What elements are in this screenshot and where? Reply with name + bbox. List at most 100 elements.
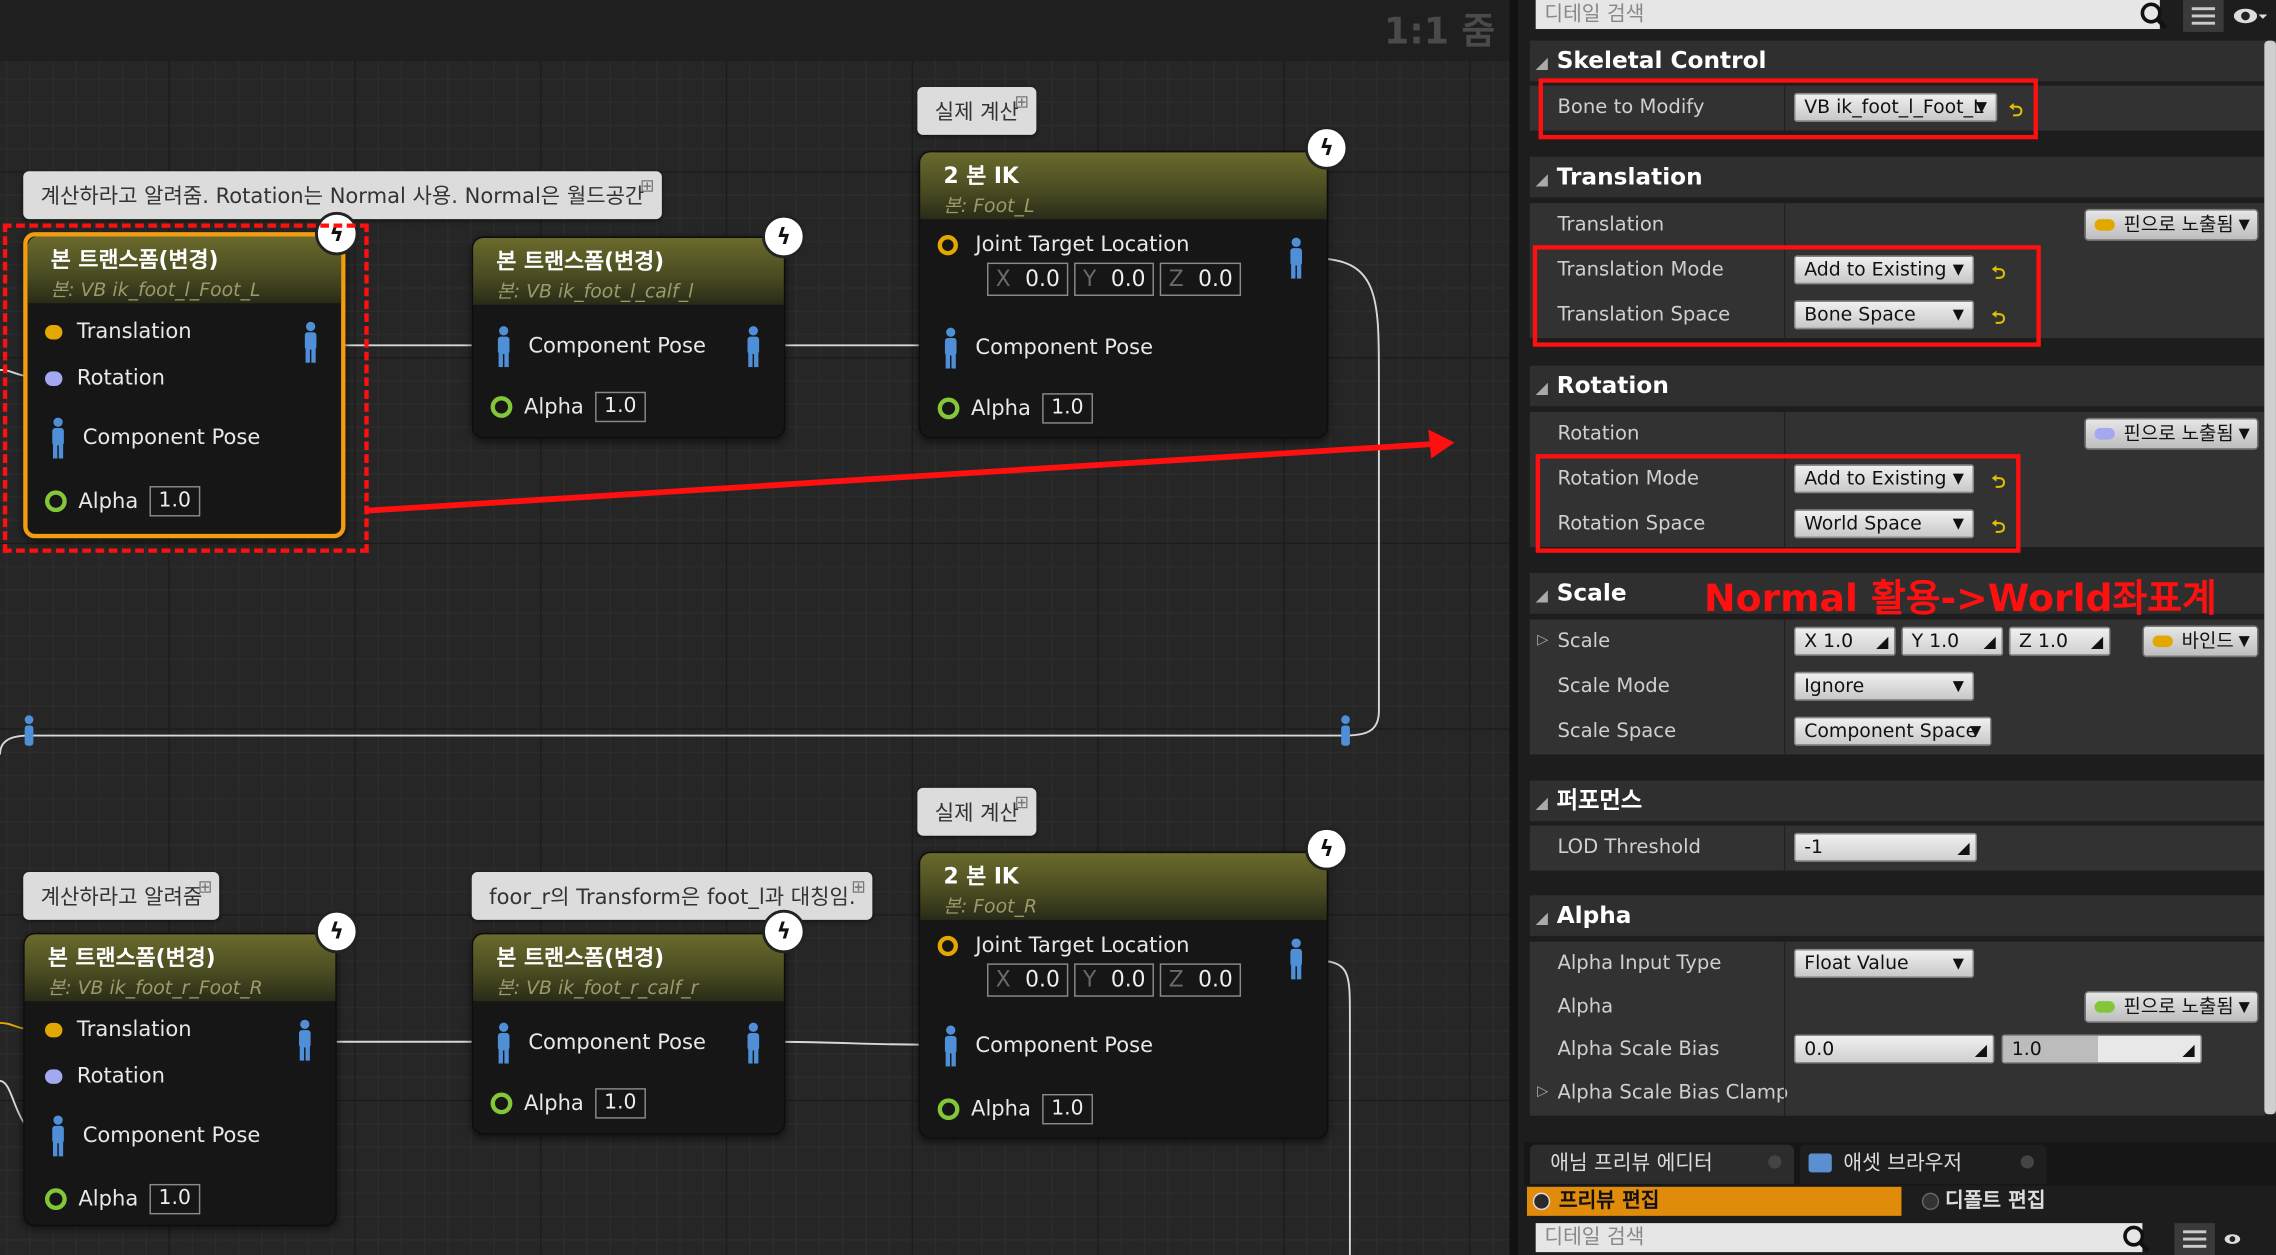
- alpha-input[interactable]: 1.0: [595, 391, 646, 423]
- collapse-triangle-icon[interactable]: ◢: [1536, 908, 1548, 927]
- pin-alpha[interactable]: Alpha 1.0: [937, 1093, 1093, 1125]
- section-translation[interactable]: ◢ Translation: [1529, 156, 2265, 198]
- scrollbar-thumb[interactable]: [2264, 40, 2276, 1115]
- pin-joint-target-location[interactable]: Joint Target Location: [937, 934, 1189, 958]
- node-two-bone-ik-foot-r[interactable]: 2 본 IK 본: Foot_R Joint Target Location X…: [918, 851, 1329, 1139]
- pin-alpha[interactable]: Alpha 1.0: [490, 391, 646, 423]
- pin-component-pose-in[interactable]: Component Pose: [494, 1021, 706, 1065]
- node-bone-transform-calf-r[interactable]: 본 트랜스폼(변경) 본: VB ik_foot_r_calf_r Compon…: [471, 932, 786, 1135]
- scale-mode-dropdown[interactable]: Ignore ▼: [1794, 671, 1975, 701]
- y-input[interactable]: Y 0.0: [1074, 262, 1155, 296]
- section-skeletal-control[interactable]: ◢ Skeletal Control: [1529, 40, 2265, 82]
- eye-icon[interactable]: [2224, 1227, 2247, 1250]
- x-input[interactable]: X 0.0: [987, 262, 1069, 296]
- collapse-triangle-icon[interactable]: ◢: [1536, 794, 1548, 813]
- comment-bubble-4[interactable]: foor_r의 Transform은 foot_l과 대칭임. ⊞: [471, 871, 873, 920]
- alpha-input[interactable]: 1.0: [595, 1088, 646, 1119]
- alpha-scale-bias-min-input[interactable]: 0.0 ◢: [1794, 1034, 1995, 1064]
- pose-output-icon[interactable]: [295, 1019, 315, 1063]
- pin-label: Alpha: [78, 1187, 139, 1211]
- collapse-triangle-icon[interactable]: ◢: [1536, 586, 1548, 605]
- translation-pin-exposure-dropdown[interactable]: 핀으로 노출됨 ▼: [2084, 208, 2259, 241]
- bottom-search-input[interactable]: 디테일 검색: [1535, 1223, 2143, 1253]
- details-search-input[interactable]: 디테일 검색: [1535, 0, 2160, 30]
- eye-icon[interactable]: [2232, 3, 2268, 29]
- pin-alpha[interactable]: Alpha 1.0: [44, 1183, 200, 1215]
- pose-output-icon[interactable]: [1286, 937, 1306, 981]
- z-input[interactable]: Z 0.0: [1159, 963, 1242, 997]
- view-options-grid-icon[interactable]: [2174, 1223, 2215, 1255]
- pin-component-pose-in[interactable]: Component Pose: [494, 325, 706, 369]
- default-edit-button[interactable]: 디폴트 편집: [1913, 1187, 2203, 1216]
- node-title: 2 본 IK: [943, 863, 1019, 890]
- section-alpha[interactable]: ◢ Alpha: [1529, 895, 2265, 936]
- pin-icon[interactable]: ⊞: [1015, 91, 1032, 123]
- pin-rotation[interactable]: Rotation: [44, 1065, 165, 1088]
- pose-output-icon[interactable]: [743, 325, 763, 369]
- details-scrollbar[interactable]: [2264, 40, 2276, 1115]
- pin-alpha[interactable]: Alpha 1.0: [937, 393, 1093, 424]
- expand-triangle-icon[interactable]: ▷: [1537, 1084, 1548, 1100]
- pin-alpha[interactable]: Alpha 1.0: [490, 1088, 646, 1119]
- tab-anim-preview-editor[interactable]: 애님 프리뷰 에디터 ●: [1529, 1144, 1795, 1184]
- pose-output-icon[interactable]: [743, 1021, 763, 1065]
- rotation-pin-exposure-dropdown[interactable]: 핀으로 노출됨 ▼: [2084, 417, 2259, 450]
- preview-edit-button[interactable]: 프리뷰 편집: [1526, 1186, 1902, 1216]
- z-input[interactable]: Z 0.0: [1159, 262, 1242, 296]
- alpha-pin-exposure-dropdown[interactable]: 핀으로 노출됨 ▼: [2084, 990, 2259, 1023]
- scale-x-input[interactable]: X 1.0 ◢: [1794, 626, 1896, 656]
- scale-y-input[interactable]: Y 1.0 ◢: [1901, 626, 2004, 656]
- node-two-bone-ik-foot-l[interactable]: 2 본 IK 본: Foot_L Joint Target Location X…: [918, 150, 1329, 439]
- search-icon[interactable]: [2140, 1, 2169, 30]
- section-performance[interactable]: ◢ 퍼포먼스: [1529, 780, 2265, 822]
- close-icon[interactable]: ●: [1767, 1151, 1782, 1171]
- collapse-triangle-icon[interactable]: ◢: [1536, 170, 1548, 189]
- close-icon[interactable]: ●: [2020, 1151, 2035, 1171]
- scale-space-dropdown[interactable]: Component Space ▼: [1794, 716, 1992, 746]
- node-header[interactable]: 본 트랜스폼(변경) 본: VB ik_foot_r_Foot_R: [24, 934, 336, 1002]
- comment-bubble-2[interactable]: 실제 계산 ⊞: [917, 87, 1037, 135]
- alpha-input-type-dropdown[interactable]: Float Value ▼: [1794, 948, 1975, 978]
- section-rotation[interactable]: ◢ Rotation: [1529, 365, 2265, 407]
- pin-component-pose-in[interactable]: Component Pose: [48, 1114, 260, 1158]
- pin-icon[interactable]: ⊞: [1015, 792, 1032, 824]
- node-header[interactable]: 본 트랜스폼(변경) 본: VB ik_foot_r_calf_r: [473, 934, 784, 1002]
- pin-icon[interactable]: ⊞: [640, 176, 657, 208]
- pin-icon[interactable]: ⊞: [851, 876, 868, 908]
- lod-threshold-input[interactable]: -1 ◢: [1794, 832, 1977, 862]
- pin-joint-target-location[interactable]: Joint Target Location: [937, 234, 1189, 257]
- alpha-input[interactable]: 1.0: [1042, 1093, 1093, 1125]
- pose-pin-icon: [52, 1115, 64, 1157]
- node-header[interactable]: 2 본 IK 본: Foot_L: [920, 152, 1327, 220]
- alpha-scale-bias-max-input[interactable]: 1.0 ◢: [2001, 1034, 2202, 1064]
- row-rotation: Rotation 핀으로 노출됨 ▼: [1529, 412, 2265, 458]
- vector-pin-icon: [2094, 219, 2115, 231]
- pin-component-pose-in[interactable]: Component Pose: [941, 326, 1153, 370]
- node-header[interactable]: 2 본 IK 본: Foot_R: [920, 853, 1327, 920]
- search-icon[interactable]: [2122, 1225, 2151, 1254]
- tab-asset-browser[interactable]: 애셋 브라우저 ●: [1799, 1144, 2047, 1184]
- node-bone-transform-foot-r[interactable]: 본 트랜스폼(변경) 본: VB ik_foot_r_Foot_R Transl…: [23, 932, 337, 1227]
- y-input[interactable]: Y 0.0: [1074, 963, 1155, 997]
- pin-component-pose-in[interactable]: Component Pose: [941, 1024, 1153, 1068]
- scale-pin-exposure-dropdown[interactable]: 바인드 ▼: [2142, 625, 2259, 658]
- row-alpha-scale-bias-clamp[interactable]: ▷ Alpha Scale Bias Clamp: [1529, 1070, 2265, 1116]
- joint-target-xyz[interactable]: X 0.0 Y 0.0 Z 0.0: [987, 262, 1247, 296]
- expand-triangle-icon[interactable]: ▷: [1537, 633, 1548, 649]
- view-options-grid-icon[interactable]: [2183, 0, 2224, 32]
- pin-translation[interactable]: Translation: [44, 1019, 192, 1042]
- anim-graph-canvas[interactable]: 1:1 줌 계산하라고 알려줌. Rotation는 Normal 사용. No…: [0, 0, 1510, 1255]
- scale-z-input[interactable]: Z 1.0 ◢: [2008, 626, 2111, 656]
- node-header[interactable]: 본 트랜스폼(변경) 본: VB ik_foot_l_calf_l: [473, 237, 784, 305]
- alpha-input[interactable]: 1.0: [1042, 393, 1093, 424]
- node-bone-transform-calf-l[interactable]: 본 트랜스폼(변경) 본: VB ik_foot_l_calf_l Compon…: [471, 236, 786, 439]
- pin-icon[interactable]: ⊞: [198, 876, 215, 908]
- collapse-triangle-icon[interactable]: ◢: [1536, 54, 1548, 73]
- alpha-input[interactable]: 1.0: [149, 1183, 200, 1215]
- pose-output-icon[interactable]: [1286, 236, 1306, 280]
- comment-bubble-5[interactable]: 실제 계산 ⊞: [917, 787, 1037, 836]
- x-input[interactable]: X 0.0: [987, 963, 1069, 997]
- joint-target-xyz[interactable]: X 0.0 Y 0.0 Z 0.0: [987, 963, 1247, 997]
- collapse-triangle-icon[interactable]: ◢: [1536, 379, 1548, 398]
- comment-bubble-3[interactable]: 계산하라고 알려줌 ⊞: [23, 871, 220, 920]
